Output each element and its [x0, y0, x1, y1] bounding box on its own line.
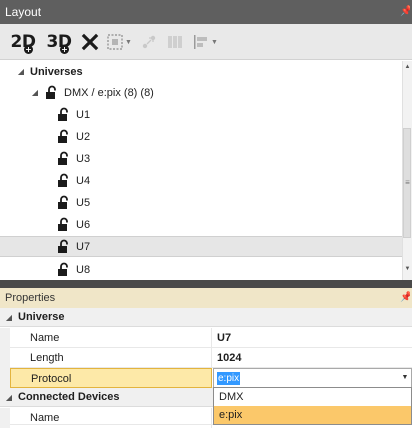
pin-icon[interactable]: 📌	[400, 0, 410, 24]
dropdown-option-dmx[interactable]: DMX	[214, 388, 411, 406]
expand-triangle-icon[interactable]: ◢	[16, 67, 26, 76]
protocol-dropdown-list: DMX e:pix	[213, 387, 412, 425]
tree-item-label: U4	[76, 174, 91, 187]
dropdown-caret-icon: ▼	[211, 38, 218, 46]
tree-item-dmx-epix[interactable]: ◢ DMX / e:pix (8) (8)	[0, 82, 402, 103]
view-3d-button[interactable]: 3D +	[42, 28, 76, 56]
tree-item-label: U3	[76, 152, 91, 165]
protocol-combobox[interactable]: e:pix ▼	[213, 368, 412, 388]
lock-open-icon	[58, 239, 68, 253]
dropdown-caret-icon: ▼	[125, 38, 132, 46]
close-icon	[81, 33, 99, 51]
property-label: Length	[10, 348, 212, 368]
tree-item-label: U8	[76, 263, 91, 276]
universe-tree: ◢ Universes ◢ DMX / e:pix (8) (8) U1 U2 …	[0, 61, 402, 280]
tree-item-label: U6	[76, 218, 91, 231]
tree-item-universe[interactable]: U5	[0, 192, 402, 213]
grid-icon	[168, 36, 182, 48]
property-label: Name	[10, 328, 212, 348]
category-label: Connected Devices	[18, 391, 120, 403]
tree-item-label: U2	[76, 130, 91, 143]
tree-item-label: U5	[76, 196, 91, 209]
property-gutter	[0, 348, 10, 368]
tree-item-universe[interactable]: U2	[0, 126, 402, 147]
lock-open-icon	[58, 107, 68, 121]
property-row-length[interactable]: Length 1024	[0, 348, 412, 368]
expand-triangle-icon[interactable]: ◢	[30, 88, 40, 97]
align-tool-button[interactable]: ▼	[190, 28, 220, 56]
lock-open-icon	[46, 85, 56, 99]
protocol-selected-value: e:pix	[217, 372, 241, 385]
lock-open-icon	[58, 195, 68, 209]
tree-item-universe[interactable]: U3	[0, 148, 402, 169]
properties-panel-title-bar: Properties 📌	[0, 288, 412, 308]
property-label: Protocol	[10, 368, 212, 388]
property-gutter	[0, 408, 10, 428]
tree-item-universes[interactable]: ◢ Universes	[0, 61, 402, 82]
select-tool-button[interactable]: ▼	[104, 28, 134, 56]
property-row-name[interactable]: Name U7	[0, 328, 412, 348]
add-badge-icon: +	[60, 45, 69, 54]
layout-panel-title: Layout	[5, 5, 42, 19]
arrange-tool-button[interactable]	[138, 28, 160, 56]
property-gutter	[0, 328, 10, 348]
selection-frame-icon	[107, 34, 123, 50]
category-universe[interactable]: ◢ Universe	[0, 308, 412, 327]
tree-item-label: Universes	[30, 65, 83, 78]
layout-panel-title-bar: Layout 📌	[0, 0, 412, 24]
layout-toolbar: 2D + 3D + ▼ ▼	[0, 24, 412, 60]
lock-open-icon	[58, 173, 68, 187]
delete-button[interactable]	[78, 28, 102, 56]
tree-item-universe-selected[interactable]: U7	[0, 236, 402, 257]
tree-item-universe[interactable]: U4	[0, 170, 402, 191]
collapse-triangle-icon[interactable]: ◢	[4, 313, 14, 322]
lock-open-icon	[58, 262, 68, 276]
properties-panel-title: Properties	[5, 292, 56, 304]
pin-icon[interactable]: 📌	[400, 288, 410, 308]
property-value-name[interactable]: U7	[213, 328, 412, 348]
tree-item-universe[interactable]: U6	[0, 214, 402, 235]
tree-item-label: U7	[76, 240, 91, 253]
property-value-length[interactable]: 1024	[213, 348, 412, 368]
chevron-down-icon[interactable]: ▼	[399, 369, 411, 387]
scroll-up-arrow-icon[interactable]: ▲	[403, 64, 412, 70]
property-row-protocol[interactable]: Protocol e:pix ▼	[0, 368, 412, 388]
panel-splitter[interactable]	[0, 280, 412, 288]
lock-open-icon	[58, 151, 68, 165]
add-badge-icon: +	[24, 45, 33, 54]
tree-item-universe[interactable]: U8	[0, 259, 402, 280]
lock-open-icon	[58, 129, 68, 143]
tree-item-label: DMX / e:pix (8) (8)	[64, 86, 154, 99]
dropdown-option-epix[interactable]: e:pix	[214, 406, 411, 424]
arrange-icon	[142, 35, 156, 49]
lock-open-icon	[58, 217, 68, 231]
tree-item-universe[interactable]: U1	[0, 104, 402, 125]
align-icon	[194, 35, 208, 49]
scroll-grip-icon: ≡	[405, 178, 410, 187]
category-label: Universe	[18, 311, 65, 323]
tree-item-label: U1	[76, 108, 91, 121]
view-2d-button[interactable]: 2D +	[6, 28, 40, 56]
scroll-down-arrow-icon[interactable]: ▼	[403, 266, 412, 272]
collapse-triangle-icon[interactable]: ◢	[4, 393, 14, 402]
property-gutter	[0, 368, 10, 388]
grid-tool-button[interactable]	[164, 28, 186, 56]
property-label: Name	[10, 408, 212, 428]
